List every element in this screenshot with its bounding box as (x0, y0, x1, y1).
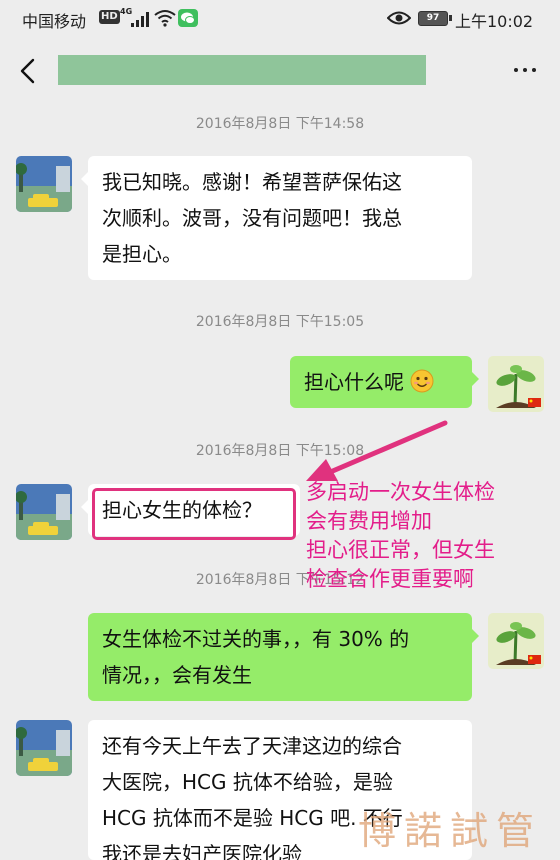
message-text-line: 情况，，会有发生 (102, 663, 252, 687)
smile-emoji-icon (410, 369, 434, 393)
clock-label: 上午10:02 (455, 12, 534, 31)
hd-badge: HD (99, 10, 120, 24)
message-text-line: 我已知晓。感谢！希望菩萨保佑这 (102, 170, 402, 194)
message-timestamp: 2016年8月8日 下午15:05 (195, 314, 365, 330)
chevron-left-icon (20, 58, 35, 84)
battery-level: 97 (426, 13, 440, 23)
watermark-logo: 博諾試管 (358, 809, 543, 853)
annotation-arrow (306, 420, 448, 481)
more-button[interactable] (514, 68, 536, 72)
contact-avatar[interactable] (16, 484, 72, 540)
self-avatar[interactable] (488, 613, 544, 669)
annotation-line: 担心很正常，但女生 (306, 538, 495, 562)
message-text-line: 是担心。 (102, 242, 182, 266)
battery-icon: 97 (418, 11, 452, 26)
message-bubble-sent[interactable]: 担心什么呢 (290, 356, 479, 408)
message-text: 担心什么呢 (304, 370, 404, 394)
message-text-line: 还有今天上午去了天津这边的综合 (102, 734, 402, 758)
back-button[interactable] (16, 58, 40, 84)
wechat-notification-icon (178, 9, 198, 27)
message-text-line: 大医院，HCG 抗体不给验，是验 (102, 770, 393, 794)
message-bubble-received[interactable]: 我已知晓。感谢！希望菩萨保佑这 次顺利。波哥，没有问题吧！我总 是担心。 (81, 156, 472, 280)
chat-title-redacted (58, 55, 426, 85)
message-text-line: 次顺利。波哥，没有问题吧！我总 (102, 206, 402, 230)
message-timestamp: 2016年8月8日 下午14:58 (195, 116, 365, 132)
annotation-line: 检查合作更重要啊 (306, 567, 474, 591)
contact-avatar[interactable] (16, 156, 72, 212)
chat-header (0, 38, 560, 104)
carrier-label: 中国移动 (22, 12, 87, 31)
message-timestamp: 2016年8月8日 下午15:08 (195, 443, 365, 459)
message-bubble-sent[interactable]: 女生体检不过关的事，，有 30% 的 情况，，会有发生 (88, 613, 479, 701)
message-text-line: 女生体检不过关的事，，有 30% 的 (102, 627, 410, 651)
eye-icon (387, 11, 411, 25)
status-bar: 中国移动 HD 4G 97 上午10:02 (0, 0, 560, 38)
annotation-line: 会有费用增加 (306, 509, 432, 533)
contact-avatar[interactable] (16, 720, 72, 776)
annotation-line: 多启动一次女生体检 (306, 480, 495, 504)
highlight-box (92, 488, 296, 540)
self-avatar[interactable] (488, 356, 544, 412)
more-dots-icon (514, 68, 518, 72)
annotation-text: 多启动一次女生体检 会有费用增加 担心很正常，但女生 检查合作更重要啊 (306, 478, 495, 594)
signal-icon (131, 12, 149, 27)
wifi-icon (154, 10, 176, 27)
